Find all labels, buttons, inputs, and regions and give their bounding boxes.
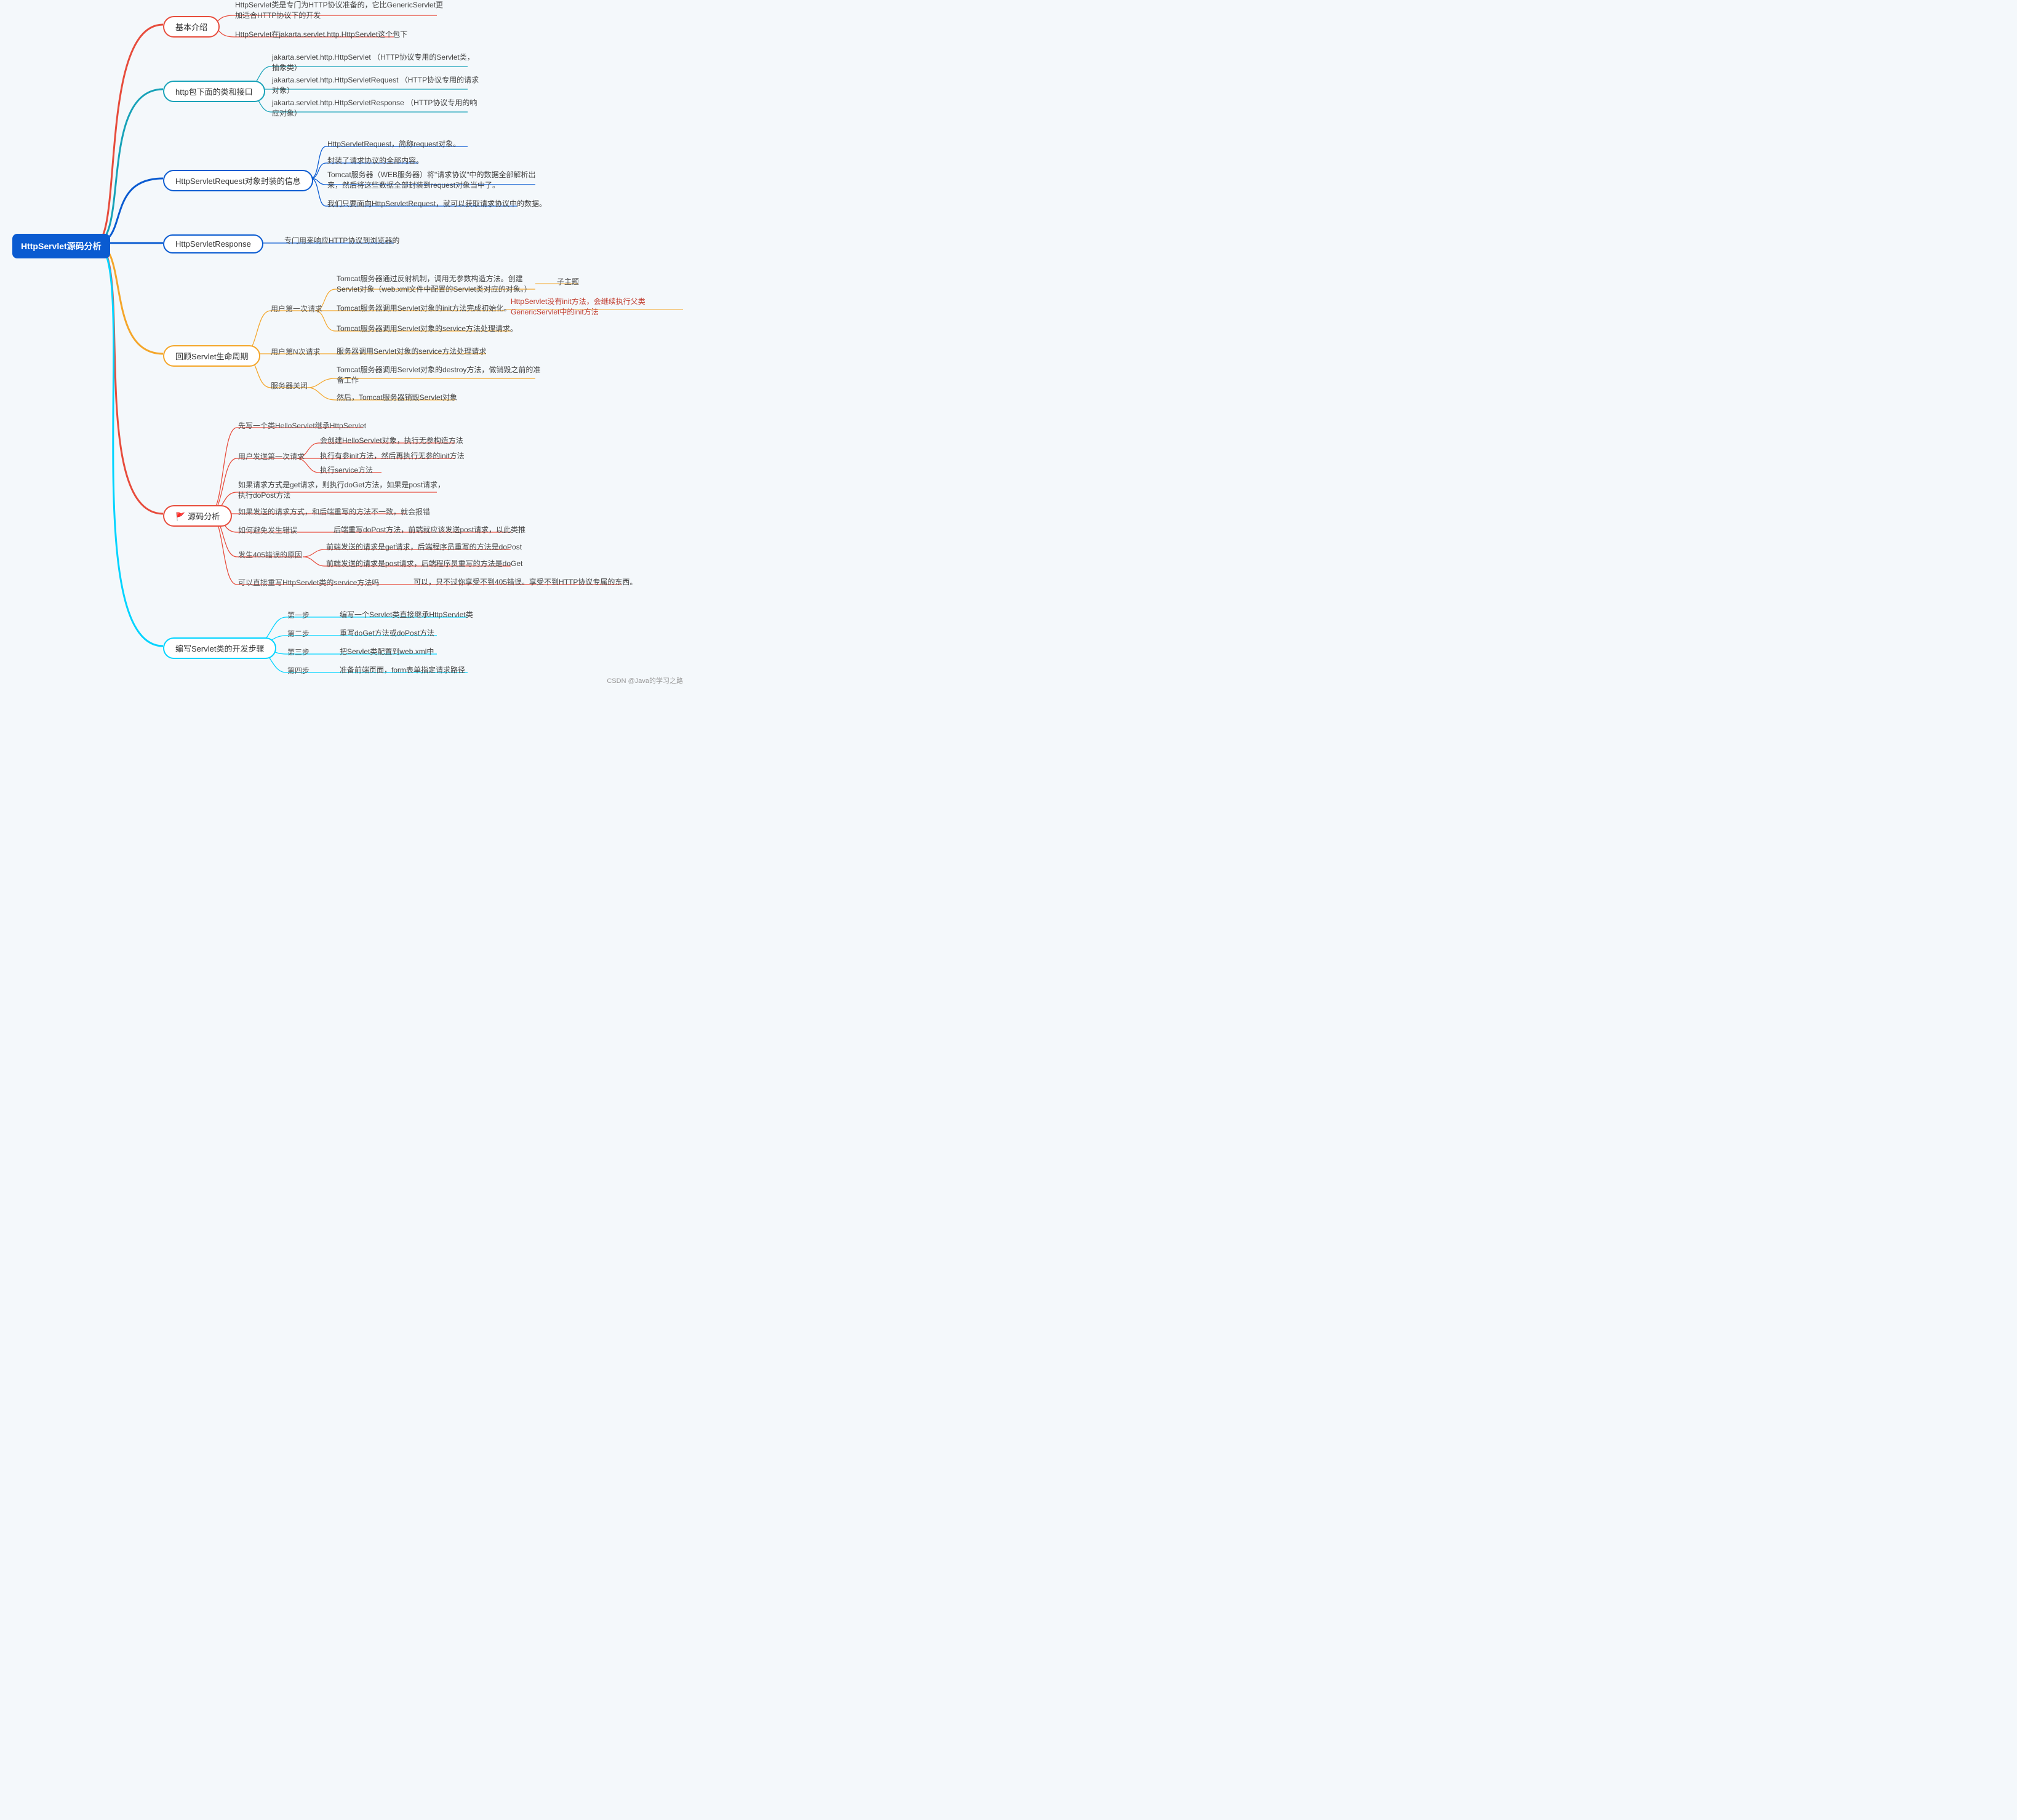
sub-label: 如何避免发生错误 (238, 525, 297, 535)
leaf: 前端发送的请求是post请求，后端程序员重写的方法是doGet (326, 559, 522, 569)
leaf: HttpServlet在jakarta.servlet.http.HttpSer… (235, 30, 407, 40)
leaf: Tomcat服务器（WEB服务器）将"请求协议"中的数据全部解析出来，然后将这些… (327, 170, 537, 191)
leaf: Tomcat服务器通过反射机制，调用无参数构造方法。创建Servlet对象（we… (337, 274, 546, 295)
leaf: 执行有参init方法，然后再执行无参的init方法 (320, 451, 465, 461)
leaf: 会创建HelloServlet对象，执行无参构造方法 (320, 436, 463, 446)
annotation: 子主题 (557, 276, 579, 287)
flag-icon: 🚩 (175, 512, 185, 521)
sub-label: 先写一个类HelloServlet继承HttpServlet (238, 420, 366, 431)
branch-source-analysis-label: 源码分析 (188, 512, 220, 521)
leaf: 专门用来响应HTTP协议到浏览器的 (284, 236, 399, 246)
leaf: Tomcat服务器调用Servlet对象的init方法完成初始化。 (337, 303, 511, 314)
sub-label: 服务器关闭 (271, 380, 308, 391)
leaf: 执行service方法 (320, 465, 373, 476)
branch-request-info[interactable]: HttpServletRequest对象封装的信息 (163, 170, 313, 191)
branch-lifecycle[interactable]: 回顾Servlet生命周期 (163, 345, 260, 367)
leaf: HttpServlet类是专门为HTTP协议准备的，它比GenericServl… (235, 0, 444, 21)
leaf: 重写doGet方法或doPost方法 (340, 628, 434, 639)
leaf: 我们只要面向HttpServletRequest，就可以获取请求协议中的数据。 (327, 199, 546, 209)
sub-label: 如果请求方式是get请求，则执行doGet方法，如果是post请求，执行doPo… (238, 480, 447, 501)
leaf: 封装了请求协议的全部内容。 (327, 156, 423, 166)
leaf: Tomcat服务器调用Servlet对象的service方法处理请求。 (337, 324, 517, 334)
sub-label: 用户第N次请求 (271, 346, 321, 357)
mindmap-canvas: HttpServlet源码分析 基本介绍 HttpServlet类是专门为HTT… (0, 0, 689, 689)
sub-label: 发生405错误的原因 (238, 549, 302, 560)
leaf: jakarta.servlet.http.HttpServletResponse… (272, 98, 481, 119)
sub-label: 第三步 (287, 647, 310, 657)
sub-label: 第一步 (287, 610, 310, 620)
leaf: 准备前端页面，form表单指定请求路径 (340, 665, 465, 676)
sub-label: 可以直接重写HttpServlet类的service方法吗 (238, 577, 379, 588)
leaf: 可以，只不过你享受不到405错误。享受不到HTTP协议专属的东西。 (413, 577, 637, 588)
sub-label: 第二步 (287, 628, 310, 639)
root-node[interactable]: HttpServlet源码分析 (12, 234, 110, 258)
sub-label: 如果发送的请求方式，和后端重写的方法不一致，就会报错 (238, 506, 430, 517)
branch-source-analysis[interactable]: 🚩源码分析 (163, 505, 232, 527)
leaf: 把Servlet类配置到web.xml中 (340, 647, 434, 657)
branch-response[interactable]: HttpServletResponse (163, 234, 263, 253)
leaf: 前端发送的请求是get请求，后端程序员重写的方法是doPost (326, 542, 522, 553)
sub-label: 用户发送第一次请求 (238, 451, 305, 461)
branch-http-package[interactable]: http包下面的类和接口 (163, 81, 265, 102)
leaf: jakarta.servlet.http.HttpServletRequest … (272, 75, 481, 96)
sub-label: 用户第一次请求 (271, 303, 322, 314)
branch-basic-intro[interactable]: 基本介绍 (163, 16, 220, 38)
annotation: HttpServlet没有init方法，会继续执行父类GenericServle… (511, 297, 683, 317)
leaf: 服务器调用Servlet对象的service方法处理请求 (337, 346, 486, 357)
leaf: HttpServletRequest，简称request对象。 (327, 139, 460, 150)
watermark: CSDN @Java的学习之路 (607, 676, 683, 685)
leaf: jakarta.servlet.http.HttpServlet （HTTP协议… (272, 52, 481, 73)
leaf: Tomcat服务器调用Servlet对象的destroy方法，做销毁之前的准备工… (337, 365, 546, 386)
leaf: 然后，Tomcat服务器销毁Servlet对象 (337, 393, 457, 403)
sub-label: 第四步 (287, 665, 310, 676)
leaf: 后端重写doPost方法，前端就应该发送post请求，以此类推 (334, 525, 525, 535)
branch-dev-steps[interactable]: 编写Servlet类的开发步骤 (163, 637, 276, 659)
leaf: 编写一个Servlet类直接继承HttpServlet类 (340, 610, 473, 620)
